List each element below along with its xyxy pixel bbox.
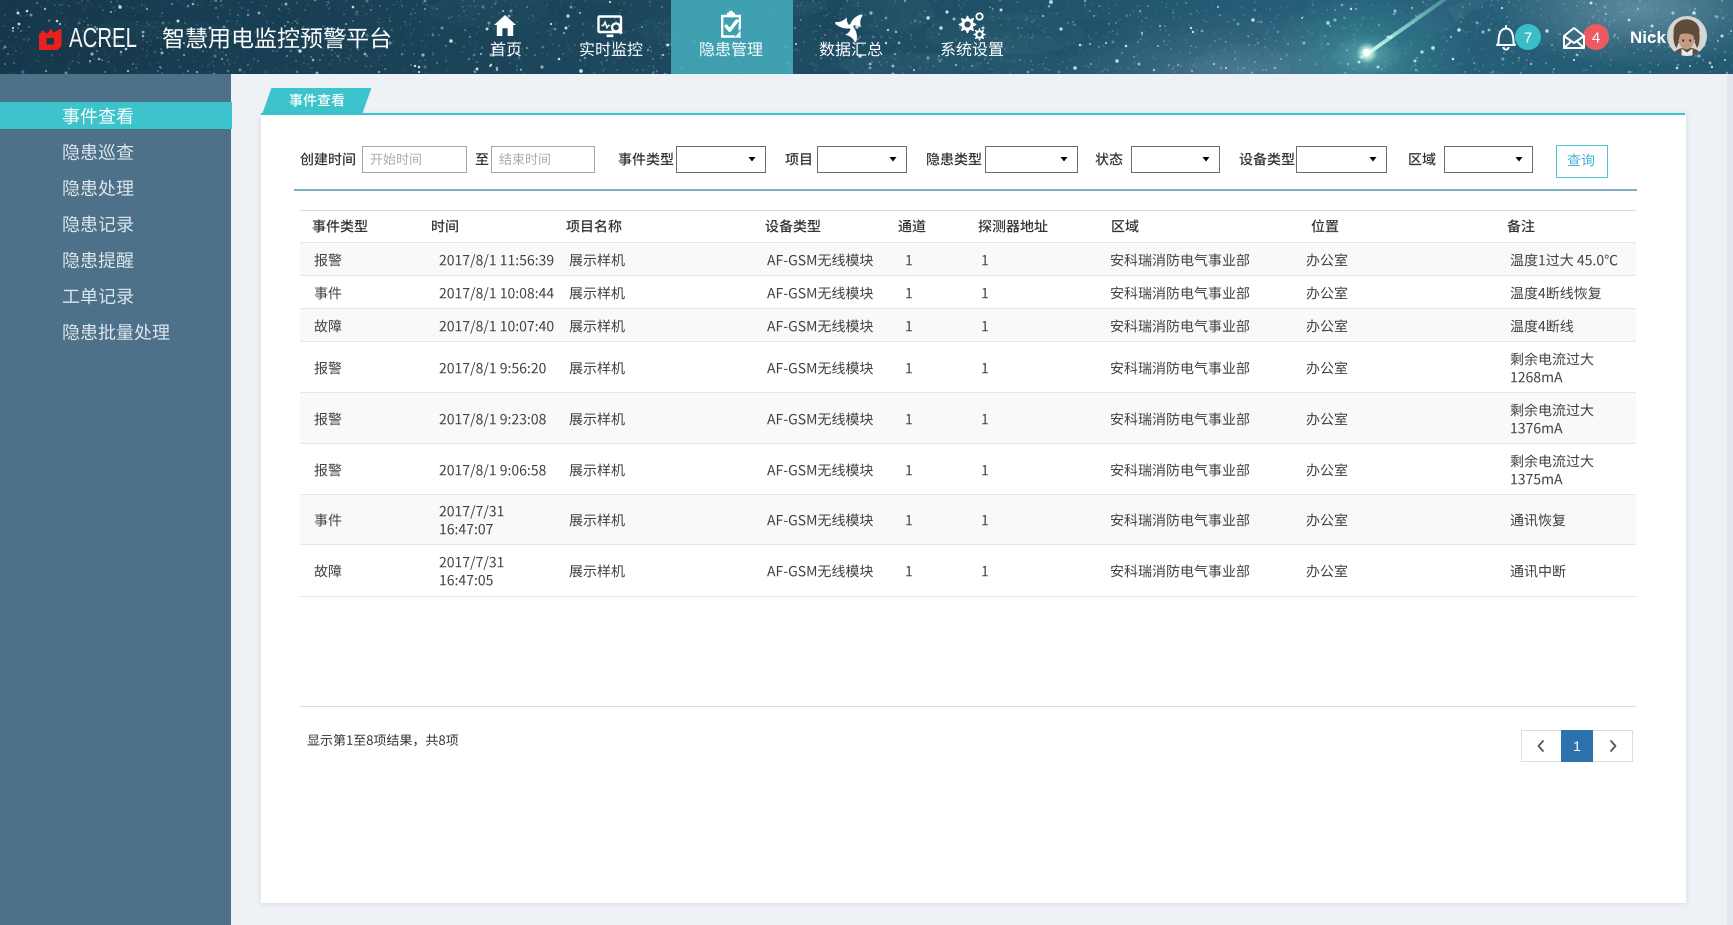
svg-text:ACREL: ACREL bbox=[69, 22, 137, 53]
svg-text:Nick: Nick bbox=[1630, 28, 1666, 47]
svg-text:7: 7 bbox=[1524, 30, 1532, 47]
svg-text:4: 4 bbox=[1592, 30, 1600, 47]
svg-text:1: 1 bbox=[1573, 738, 1581, 754]
